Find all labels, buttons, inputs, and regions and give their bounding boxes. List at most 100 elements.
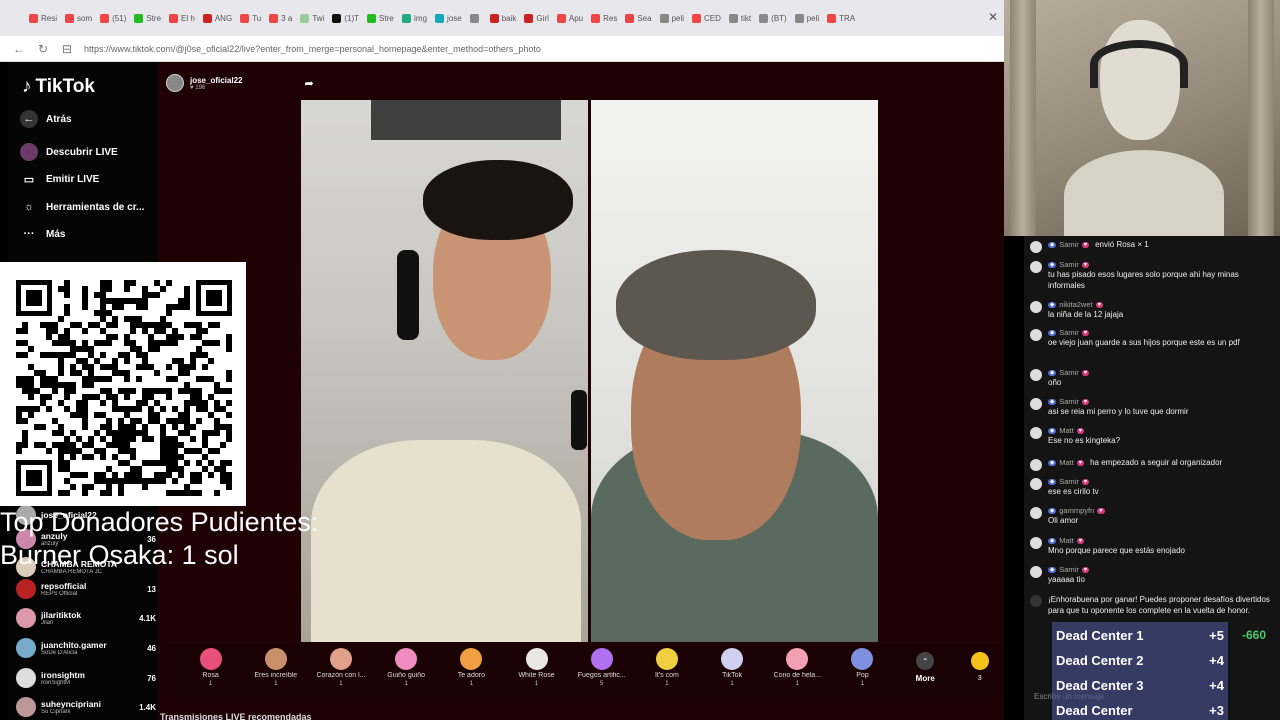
nav-item-creator-tools[interactable]: ☼ Herramientas de cr...: [20, 198, 144, 216]
avatar[interactable]: [1030, 427, 1042, 439]
avatar[interactable]: [1030, 566, 1042, 578]
leaderboard-row[interactable]: suheyncipriani Su Cipriani 1.4K: [16, 692, 156, 720]
browser-tab[interactable]: peli: [657, 6, 687, 30]
chat-username[interactable]: Samir: [1059, 368, 1079, 377]
browser-tab[interactable]: tikt: [726, 6, 754, 30]
browser-tab[interactable]: 3 a: [266, 6, 295, 30]
coin-balance-button[interactable]: 3: [955, 644, 1004, 682]
chat-username[interactable]: Matt: [1059, 458, 1074, 467]
chat-body: ◆ Matt ♥ Mno porque parece que estás enojad…: [1048, 536, 1276, 556]
share-icon[interactable]: ➦: [304, 77, 313, 90]
chat-username[interactable]: Matt: [1059, 426, 1074, 435]
qr-module: [214, 382, 220, 388]
gift-item[interactable]: Fuegos artific... 5: [569, 644, 634, 687]
avatar[interactable]: [1030, 329, 1042, 341]
gift-item[interactable]: Te adoro 1: [439, 644, 504, 687]
chat-username[interactable]: Samir: [1059, 477, 1079, 486]
leaderboard-row[interactable]: jilaritiktok Jilari 4.1K: [16, 603, 156, 633]
browser-tab[interactable]: TRA: [824, 6, 858, 30]
browser-tab[interactable]: baik: [487, 6, 520, 30]
browser-tab[interactable]: Apu: [554, 6, 586, 30]
tiktok-logo[interactable]: ♪ TikTok: [22, 76, 95, 98]
leaderboard-row[interactable]: juanchito.gamer SoDe D'Alicia 46: [16, 633, 156, 663]
gift-item[interactable]: Guiño guiño 1: [374, 644, 439, 687]
avatar[interactable]: [1030, 459, 1042, 471]
gift-item[interactable]: White Rose 1: [504, 644, 569, 687]
qr-module: [178, 304, 184, 310]
back-arrow-icon[interactable]: ←: [12, 42, 26, 56]
site-info-icon[interactable]: ⊟: [60, 42, 74, 56]
window-close-icon[interactable]: ✕: [988, 10, 998, 24]
chat-username[interactable]: gammpyfn: [1059, 506, 1094, 515]
tab-label: Res: [603, 13, 618, 23]
chat-username[interactable]: Samir: [1059, 240, 1079, 249]
tab-favicon-icon: [435, 13, 445, 23]
qr-module: [64, 442, 70, 448]
avatar[interactable]: [1030, 478, 1042, 490]
browser-tab[interactable]: Girl: [521, 6, 551, 30]
leaderboard-row[interactable]: repsofficial REPS Official 13: [16, 574, 156, 604]
avatar[interactable]: [1030, 507, 1042, 519]
leaderboard-row[interactable]: ironsightm IronSightM 76: [16, 663, 156, 693]
back-button[interactable]: ← Atrás: [20, 110, 72, 128]
gift-item[interactable]: Eres increíble 1: [243, 644, 308, 687]
avatar[interactable]: [1030, 301, 1042, 313]
qr-module: [112, 442, 118, 448]
browser-tab[interactable]: Stre: [364, 6, 397, 30]
qr-module: [118, 406, 124, 412]
url-field[interactable]: https://www.tiktok.com/@j0se_oficial22/l…: [84, 44, 541, 54]
browser-tab[interactable]: ANG: [200, 6, 235, 30]
browser-tab[interactable]: Stre: [131, 6, 164, 30]
qr-module: [136, 352, 142, 358]
browser-tab[interactable]: [467, 6, 485, 30]
chat-username[interactable]: nikita2wet: [1059, 300, 1092, 309]
browser-tab[interactable]: (BT): [756, 6, 790, 30]
chat-username[interactable]: Matt: [1059, 536, 1074, 545]
qr-module: [100, 352, 106, 358]
gift-item[interactable]: Rosa 1: [178, 644, 243, 687]
browser-tab[interactable]: Res: [588, 6, 620, 30]
chat-username[interactable]: Samir: [1059, 397, 1079, 406]
chat-username[interactable]: Samir: [1059, 328, 1079, 337]
browser-tab[interactable]: som: [62, 6, 95, 30]
leaderboard-name: suheyncipriani: [41, 699, 101, 709]
browser-tab[interactable]: Tu: [237, 6, 264, 30]
browser-tab[interactable]: Resi: [26, 6, 60, 30]
gift-item[interactable]: Corazón con l... 1: [308, 644, 373, 687]
qr-module: [82, 400, 88, 406]
browser-tab[interactable]: Sea: [622, 6, 654, 30]
browser-tab[interactable]: Twi: [297, 6, 327, 30]
avatar[interactable]: [1030, 537, 1042, 549]
gift-item[interactable]: TikTok 1: [700, 644, 765, 687]
avatar[interactable]: [1030, 595, 1042, 607]
gift-item[interactable]: It's com 1: [634, 644, 699, 687]
avatar[interactable]: [1030, 261, 1042, 273]
qr-module: [58, 442, 64, 448]
chat-username[interactable]: Samir: [1059, 260, 1079, 269]
browser-tab[interactable]: CED: [689, 6, 724, 30]
gift-item[interactable]: Cono de hela... 1: [765, 644, 830, 687]
nav-item-go-live[interactable]: ▭ Emitir LIVE: [20, 170, 100, 188]
avatar[interactable]: [1030, 241, 1042, 253]
browser-tab[interactable]: peli: [792, 6, 822, 30]
browser-tab[interactable]: El h: [166, 6, 198, 30]
qr-module: [154, 280, 160, 286]
reload-icon[interactable]: ↻: [36, 42, 50, 56]
qr-module: [124, 286, 130, 292]
qr-module: [88, 394, 94, 400]
browser-tab[interactable]: (1)T: [329, 6, 362, 30]
nav-item-discover-live[interactable]: Descubrir LIVE: [20, 143, 118, 161]
nav-item-more[interactable]: ··· Más: [20, 225, 66, 243]
avatar[interactable]: [166, 74, 184, 92]
qr-module: [64, 406, 70, 412]
gift-item[interactable]: Pop 1: [830, 644, 895, 687]
browser-tab[interactable]: jose: [432, 6, 465, 30]
browser-tab[interactable]: (51): [97, 6, 129, 30]
browser-tab[interactable]: Img: [399, 6, 430, 30]
qr-module: [64, 352, 70, 358]
avatar[interactable]: [1030, 369, 1042, 381]
more-gifts-button[interactable]: ⌃ More: [895, 644, 955, 683]
chat-username[interactable]: Samir: [1059, 565, 1079, 574]
avatar[interactable]: [1030, 398, 1042, 410]
streamer-name[interactable]: jose_oficial22: [190, 76, 242, 85]
